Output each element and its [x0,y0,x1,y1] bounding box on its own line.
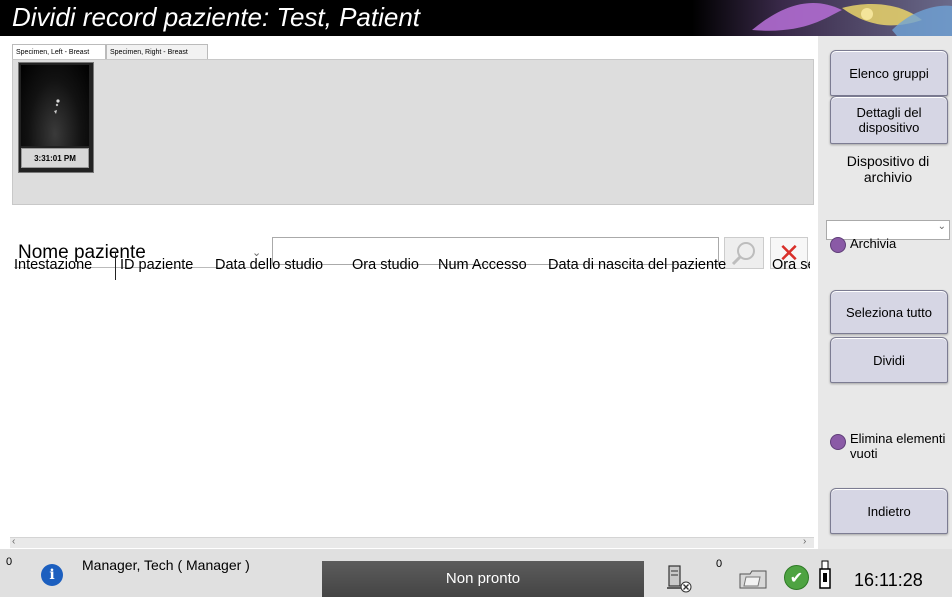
archive-radio[interactable] [830,237,846,253]
column-header[interactable]: Num Accesso [438,252,527,278]
device-details-button[interactable]: Dettagli del dispositivo [830,96,948,144]
column-header[interactable]: Data di nascita del paziente [548,252,726,278]
column-header[interactable]: ID paziente [120,252,193,278]
column-resize-handle[interactable] [115,252,116,280]
file-transfer-icon[interactable] [736,566,772,592]
check-icon[interactable]: ✔ [784,565,809,590]
network-disconnected-icon[interactable] [664,563,694,593]
tab-specimen-left[interactable]: Specimen, Left - Breast [12,44,106,60]
column-header[interactable]: Data dello studio [215,252,323,278]
back-button[interactable]: Indietro [830,488,948,534]
delete-empty-label: Elimina elementi vuoti [850,431,946,461]
chevron-down-icon: ⌄ [937,221,946,232]
title-bar: Dividi record paziente: Test, Patient [0,0,952,36]
column-header[interactable]: Ora studio [352,252,419,278]
thumbnail-image[interactable] [21,65,89,146]
queue-count: 0 [716,558,723,570]
info-icon[interactable]: i [41,564,63,586]
system-status: Non pronto [322,561,644,597]
specimen-image-icon [54,99,60,114]
clock: 16:11:28 [854,570,923,590]
message-count: 0 [6,556,13,568]
thumbnail-time: 3:31:01 PM [21,148,89,168]
table-header: Intestazione ID paziente Data dello stud… [10,252,810,278]
archive-label: Archivia [850,236,897,251]
column-header[interactable]: Ora se [772,252,810,278]
window-title: Dividi record paziente: Test, Patient [12,2,421,32]
select-all-button[interactable]: Seleziona tutto [830,290,948,334]
patient-table[interactable] [10,250,814,546]
delete-empty-radio[interactable] [830,434,846,450]
scroll-right-icon[interactable]: › [803,536,806,547]
flower-decoration-icon [692,0,952,36]
archive-device-label: Dispositivo di archivio [846,153,930,185]
column-header[interactable]: Intestazione [14,252,92,278]
tab-specimen-right[interactable]: Specimen, Right - Breast [106,44,208,60]
horizontal-scrollbar[interactable] [10,537,814,548]
split-button[interactable]: Dividi [830,337,948,383]
group-list-button[interactable]: Elenco gruppi [830,50,948,96]
scroll-left-icon[interactable]: ‹ [12,536,15,547]
usb-icon[interactable] [818,560,832,590]
current-user[interactable]: Manager, Tech ( Manager ) [82,557,250,573]
thumbnail-panel [12,59,814,205]
